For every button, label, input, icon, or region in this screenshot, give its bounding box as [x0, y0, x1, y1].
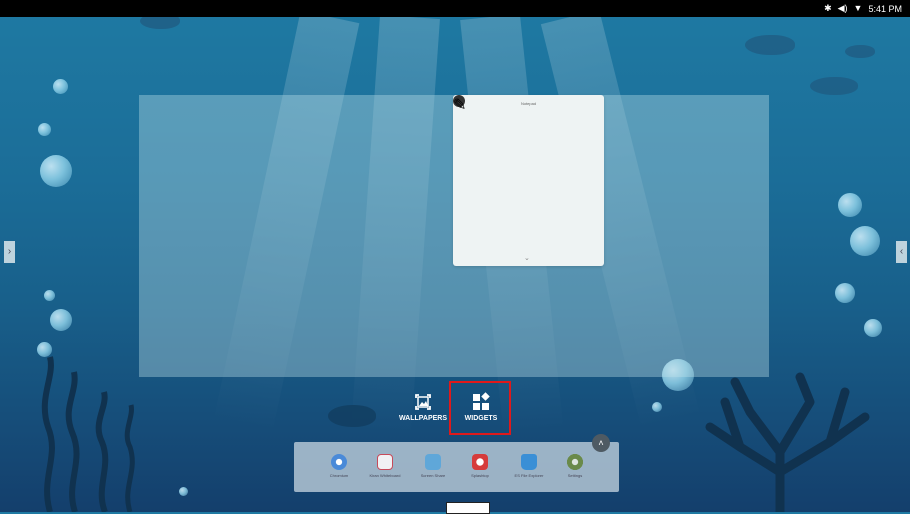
fish [328, 405, 376, 427]
bubble [864, 319, 882, 337]
volume-icon: ◀) [837, 3, 848, 13]
status-time: 5:41 PM [868, 3, 902, 14]
wifi-icon: ▼ [853, 3, 863, 13]
bubble [38, 123, 51, 136]
dock-app-settings[interactable]: Settings [550, 454, 600, 478]
highlight-box [449, 381, 511, 435]
coral [705, 372, 870, 512]
dock-app-label: ES File Explorer [514, 473, 544, 478]
chevron-up-icon[interactable]: ˄ [592, 434, 610, 452]
status-bar: ✱ ◀) ▼ 5:41 PM [0, 0, 910, 17]
bubble [835, 283, 855, 303]
bubble [53, 79, 68, 94]
dock-app-label: Screen Share [420, 473, 446, 478]
whiteboard-icon [377, 454, 393, 470]
wallpapers-button[interactable]: WALLPAPERS [393, 392, 453, 422]
chromium-icon [331, 454, 347, 470]
notepad-widget[interactable]: Notepad ⌄ [453, 95, 604, 266]
folder-icon [521, 454, 537, 470]
bubble [179, 487, 188, 496]
dock-app-whiteboard[interactable]: Kiran Whiteboard [360, 454, 410, 478]
bubble [838, 193, 862, 217]
fish [140, 17, 180, 29]
widget-title: Notepad [520, 101, 537, 106]
bubble [40, 155, 72, 187]
chevron-down-icon[interactable]: ⌄ [524, 255, 530, 262]
settings-icon [567, 454, 583, 470]
bluetooth-icon: ✱ [824, 3, 832, 13]
dock-app-es-file-explorer[interactable]: ES File Explorer [504, 454, 554, 478]
fish [845, 45, 875, 58]
bubble [44, 290, 55, 301]
dock-app-screen-share[interactable]: Screen Share [408, 454, 458, 478]
screen-share-icon [425, 454, 441, 470]
dock-app-splashtop[interactable]: Splashtop [455, 454, 505, 478]
fish [810, 77, 858, 95]
bubble [850, 226, 880, 256]
dock-app-label: Settings [567, 473, 583, 478]
dock-app-chromium[interactable]: Chromium [314, 454, 364, 478]
home-indicator[interactable] [446, 502, 490, 514]
splashtop-icon [472, 454, 488, 470]
dock-app-label: Chromium [329, 473, 349, 478]
bubble [652, 402, 662, 412]
fish [745, 35, 795, 55]
edit-icon[interactable]: ✎ [453, 95, 466, 114]
left-page-arrow[interactable]: › [4, 241, 15, 263]
dock-app-label: Splashtop [471, 473, 489, 478]
right-page-arrow[interactable]: ‹ [896, 241, 907, 263]
bubble [50, 309, 72, 331]
dock-app-label: Kiran Whiteboard [369, 473, 401, 478]
wallpaper-icon [415, 394, 431, 410]
wallpapers-label: WALLPAPERS [398, 415, 448, 422]
